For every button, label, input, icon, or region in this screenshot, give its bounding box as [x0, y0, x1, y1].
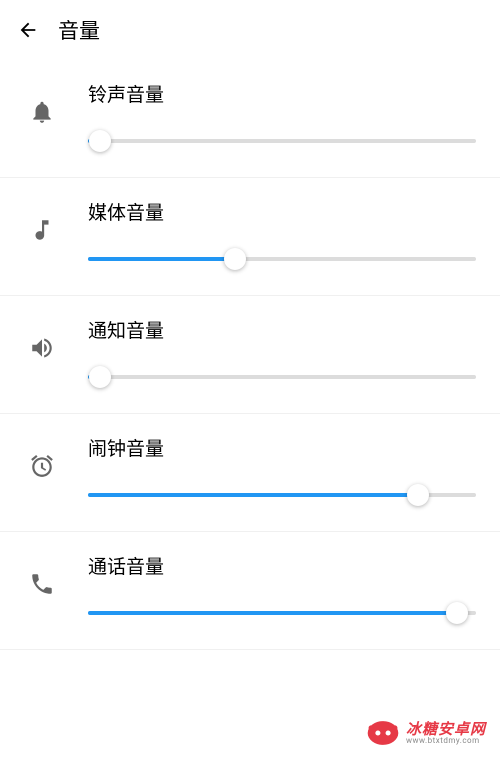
ringtone-section: 铃声音量: [0, 60, 500, 178]
media-content: 媒体音量: [88, 198, 476, 271]
slider-fill: [88, 493, 418, 497]
music-note-icon: [24, 212, 60, 248]
media-slider[interactable]: [88, 247, 476, 271]
alarm-content: 闹钟音量: [88, 434, 476, 507]
watermark-main: 冰糖安卓网: [406, 722, 486, 737]
bell-icon: [24, 94, 60, 130]
slider-track: [88, 375, 476, 379]
slider-thumb[interactable]: [407, 484, 429, 506]
slider-thumb[interactable]: [89, 366, 111, 388]
watermark-logo-icon: [366, 719, 400, 747]
back-button[interactable]: [12, 14, 44, 46]
notification-slider[interactable]: [88, 365, 476, 389]
ringtone-content: 铃声音量: [88, 80, 476, 153]
media-label: 媒体音量: [88, 198, 476, 225]
media-section: 媒体音量: [0, 178, 500, 296]
slider-thumb[interactable]: [224, 248, 246, 270]
call-slider[interactable]: [88, 601, 476, 625]
slider-thumb[interactable]: [89, 130, 111, 152]
watermark-text: 冰糖安卓网 www.btxtdmy.com: [406, 722, 486, 745]
call-label: 通话音量: [88, 552, 476, 579]
alarm-label: 闹钟音量: [88, 434, 476, 461]
call-section: 通话音量: [0, 532, 500, 650]
page-title: 音量: [58, 15, 100, 45]
watermark: 冰糖安卓网 www.btxtdmy.com: [366, 719, 486, 747]
volume-icon: [24, 330, 60, 366]
ringtone-slider[interactable]: [88, 129, 476, 153]
notification-label: 通知音量: [88, 316, 476, 343]
notification-section: 通知音量: [0, 296, 500, 414]
slider-fill: [88, 611, 457, 615]
alarm-slider[interactable]: [88, 483, 476, 507]
alarm-section: 闹钟音量: [0, 414, 500, 532]
notification-content: 通知音量: [88, 316, 476, 389]
slider-thumb[interactable]: [446, 602, 468, 624]
slider-fill: [88, 257, 235, 261]
ringtone-label: 铃声音量: [88, 80, 476, 107]
watermark-sub: www.btxtdmy.com: [406, 737, 486, 745]
alarm-clock-icon: [24, 448, 60, 484]
header: 音量: [0, 0, 500, 60]
arrow-left-icon: [17, 19, 39, 41]
call-content: 通话音量: [88, 552, 476, 625]
slider-track: [88, 139, 476, 143]
phone-icon: [24, 566, 60, 602]
